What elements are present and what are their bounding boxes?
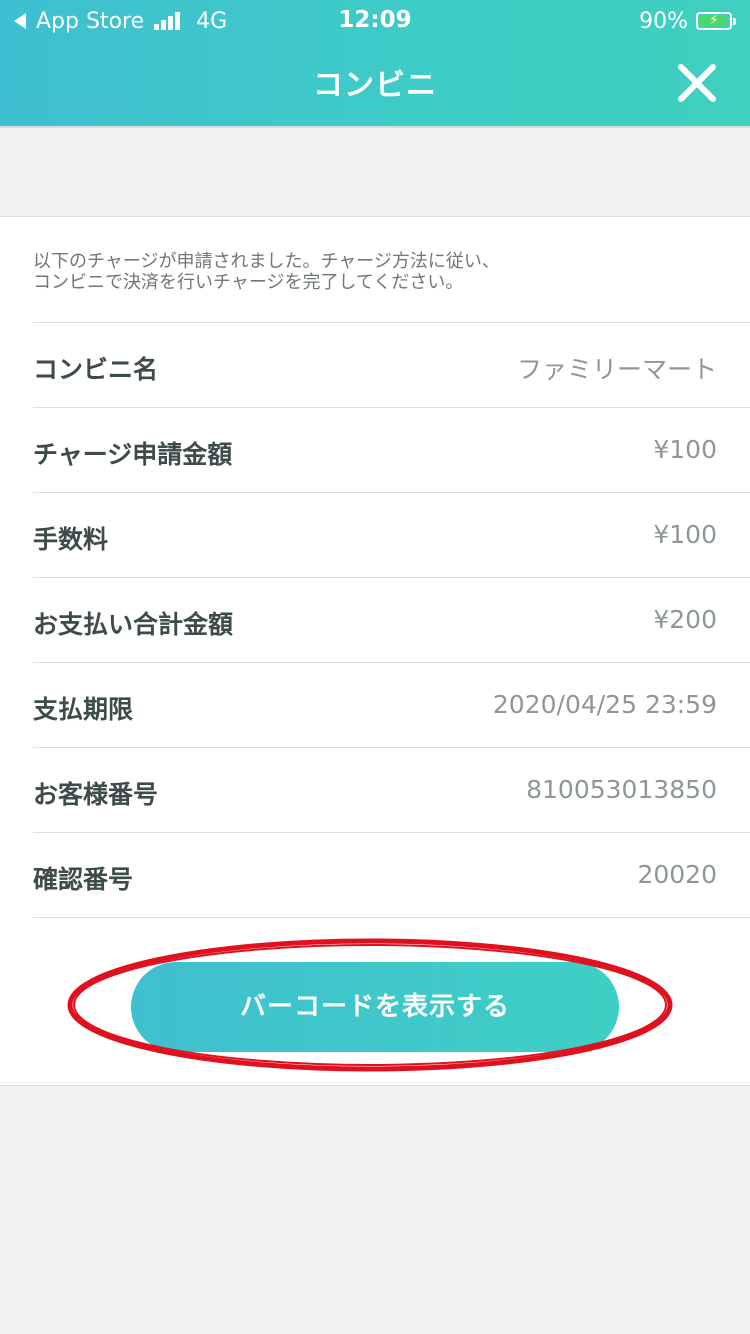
detail-value: 20020	[637, 860, 717, 889]
detail-label: お支払い合計金額	[33, 610, 234, 639]
notice-line-2: コンビニで決済を行いチャージを完了してください。	[33, 272, 464, 293]
status-time: 12:09	[338, 7, 412, 33]
header: App Store 4G 12:09 90% ⚡ コンビニ	[0, 0, 750, 128]
detail-row-total: お支払い合計金額 ¥200	[33, 577, 750, 662]
battery-icon: ⚡	[696, 12, 732, 30]
page-title: コンビニ	[313, 68, 437, 103]
detail-value: ¥200	[653, 605, 717, 634]
detail-row-customer-number: お客様番号 810053013850	[33, 747, 750, 832]
detail-value: ファミリーマート	[516, 355, 717, 384]
notice-line-1: 以下のチャージが申請されました。チャージ方法に従い、	[33, 251, 500, 272]
detail-value: ¥100	[653, 520, 717, 549]
detail-row-deadline: 支払期限 2020/04/25 23:59	[33, 662, 750, 747]
detail-value: ¥100	[653, 435, 717, 464]
detail-label: 手数料	[33, 525, 109, 554]
detail-row-fee: 手数料 ¥100	[33, 492, 750, 577]
detail-label: お客様番号	[33, 780, 159, 809]
detail-label: チャージ申請金額	[33, 440, 233, 469]
detail-value: 810053013850	[526, 775, 717, 804]
status-bar: App Store 4G 12:09 90% ⚡	[0, 0, 750, 40]
detail-row-confirmation-number: 確認番号 20020	[33, 832, 750, 918]
charge-detail-card: 以下のチャージが申請されました。チャージ方法に従い、 コンビニで決済を行いチャー…	[0, 216, 750, 1086]
detail-label: 支払期限	[33, 695, 134, 724]
detail-list: コンビニ名 ファミリーマート チャージ申請金額 ¥100 手数料 ¥100 お支…	[33, 322, 750, 918]
close-icon	[678, 64, 716, 102]
detail-row-store: コンビニ名 ファミリーマート	[33, 322, 750, 407]
screen: App Store 4G 12:09 90% ⚡ コンビニ 以下のチャージが申請…	[0, 0, 750, 1334]
detail-label: 確認番号	[33, 865, 134, 894]
charging-bolt-icon: ⚡	[709, 13, 719, 28]
detail-label: コンビニ名	[33, 355, 159, 384]
show-barcode-button[interactable]: バーコードを表示する	[131, 962, 619, 1052]
battery-cap	[733, 17, 736, 25]
detail-row-charge-amount: チャージ申請金額 ¥100	[33, 407, 750, 492]
close-button[interactable]	[674, 60, 720, 106]
charge-notice: 以下のチャージが申請されました。チャージ方法に従い、 コンビニで決済を行いチャー…	[33, 251, 713, 293]
battery-percentage: 90%	[639, 8, 688, 34]
detail-value: 2020/04/25 23:59	[492, 690, 717, 719]
battery-status: 90% ⚡	[639, 7, 736, 35]
